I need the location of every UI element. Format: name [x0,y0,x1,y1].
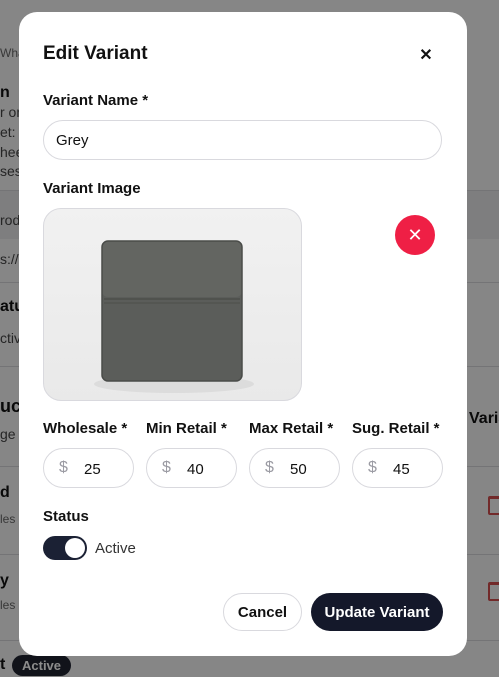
variant-name-input[interactable] [43,120,442,160]
min-retail-label: Min Retail * [146,420,227,437]
dollar-icon: $ [162,459,171,476]
toggle-knob [65,538,85,558]
min-retail-input[interactable] [187,457,231,481]
status-toggle[interactable] [43,536,87,560]
close-icon[interactable]: ✕ [415,44,437,66]
dollar-icon: $ [59,459,68,476]
sug-retail-input[interactable] [393,457,437,481]
dollar-icon: $ [368,459,377,476]
max-retail-field[interactable]: $ [249,448,340,488]
sug-retail-label: Sug. Retail * [352,420,440,437]
update-variant-button[interactable]: Update Variant [311,593,443,631]
max-retail-label: Max Retail * [249,420,334,437]
modal-title: Edit Variant [43,43,148,64]
cancel-button[interactable]: Cancel [223,593,302,631]
sug-retail-field[interactable]: $ [352,448,443,488]
product-photo [94,240,254,393]
dollar-icon: $ [265,459,274,476]
edit-variant-modal: Edit Variant ✕ Variant Name * Variant Im… [19,12,467,656]
status-value: Active [95,540,136,557]
min-retail-field[interactable]: $ [146,448,237,488]
wholesale-field[interactable]: $ [43,448,134,488]
variant-name-label: Variant Name * [43,92,149,109]
status-label: Status [43,508,89,525]
variant-image [43,208,302,401]
wholesale-input[interactable] [84,457,128,481]
remove-image-button[interactable]: ✕ [395,215,435,255]
max-retail-input[interactable] [290,457,334,481]
x-icon: ✕ [407,224,423,245]
variant-image-label: Variant Image [43,180,141,197]
wholesale-label: Wholesale * [43,420,128,437]
